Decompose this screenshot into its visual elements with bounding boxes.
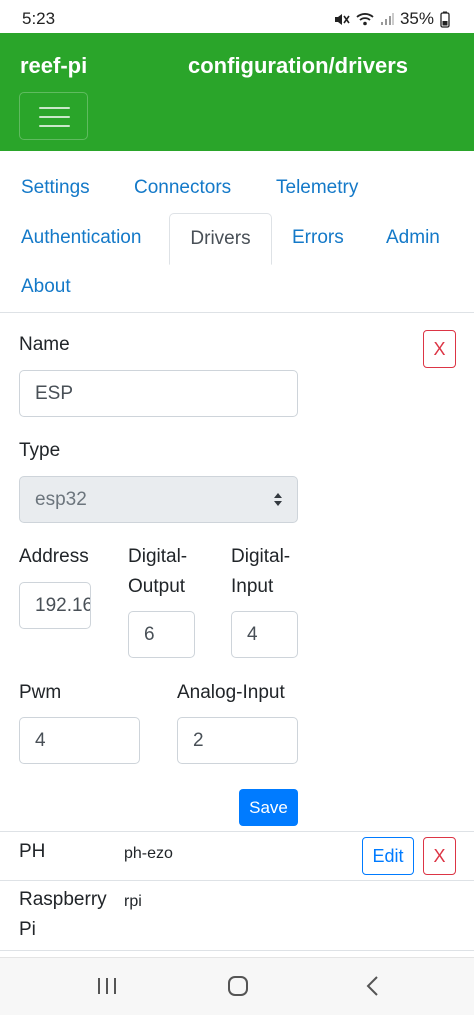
select-caret-icon xyxy=(274,493,282,506)
tab-telemetry[interactable]: Telemetry xyxy=(276,177,358,199)
digital-output-label-line1: Digital- xyxy=(128,546,188,567)
signal-icon xyxy=(380,13,394,25)
driver-name-line1: Raspberry xyxy=(19,889,107,910)
address-label: Address xyxy=(19,546,89,567)
driver-name-line2: Pi xyxy=(19,919,36,940)
divider xyxy=(0,831,474,832)
back-icon[interactable] xyxy=(362,975,384,997)
tab-about[interactable]: About xyxy=(21,276,71,298)
status-icons: 35% xyxy=(334,9,450,29)
driver-type: ph-ezo xyxy=(124,845,173,862)
divider xyxy=(0,880,474,881)
digital-input-label-line2: Input xyxy=(231,576,274,597)
home-icon[interactable] xyxy=(227,975,249,997)
recent-apps-icon[interactable] xyxy=(96,975,118,997)
digital-output-label-line2: Output xyxy=(128,576,186,597)
tab-errors[interactable]: Errors xyxy=(292,227,344,249)
status-time: 5:23 xyxy=(22,9,56,28)
hamburger-icon xyxy=(39,107,70,109)
tab-drivers[interactable]: Drivers xyxy=(169,213,272,265)
menu-toggle-button[interactable] xyxy=(19,92,88,140)
system-nav-bar xyxy=(0,957,474,1015)
tab-settings[interactable]: Settings xyxy=(21,177,90,199)
pwm-input[interactable]: 4 xyxy=(19,717,140,764)
name-input[interactable]: ESP xyxy=(19,370,298,417)
type-select-value: esp32 xyxy=(35,489,87,510)
config-tabs: Settings Connectors Telemetry Authentica… xyxy=(0,151,474,313)
edit-driver-button[interactable]: Edit xyxy=(362,837,414,875)
brand-name[interactable]: reef-pi xyxy=(20,53,87,79)
type-label: Type xyxy=(19,440,61,461)
analog-input-label: Analog-Input xyxy=(177,682,285,703)
delete-driver-button[interactable]: X xyxy=(423,330,456,368)
address-input[interactable]: 192.168 xyxy=(19,582,91,629)
tab-admin[interactable]: Admin xyxy=(386,227,440,249)
wifi-icon xyxy=(356,13,374,26)
delete-ph-driver-button[interactable]: X xyxy=(423,837,456,875)
name-label: Name xyxy=(19,334,70,355)
save-button[interactable]: Save xyxy=(239,789,298,826)
tab-authentication[interactable]: Authentication xyxy=(21,227,141,249)
page-title: configuration/drivers xyxy=(188,53,409,78)
pwm-label: Pwm xyxy=(19,682,62,703)
app-header: reef-pi configuration/drivers xyxy=(0,33,474,151)
analog-input-input[interactable]: 2 xyxy=(177,717,298,764)
status-bar: 5:23 35% xyxy=(0,0,474,33)
driver-type: rpi xyxy=(124,893,142,910)
tab-connectors[interactable]: Connectors xyxy=(134,177,231,199)
digital-input-label-line1: Digital- xyxy=(231,546,291,567)
digital-input-input[interactable]: 4 xyxy=(231,611,298,658)
digital-output-input[interactable]: 6 xyxy=(128,611,195,658)
mute-icon xyxy=(334,13,350,25)
divider xyxy=(0,950,474,951)
battery-level: 35% xyxy=(399,9,434,28)
battery-icon xyxy=(440,11,450,28)
type-select[interactable]: esp32 xyxy=(19,476,298,523)
driver-name: PH xyxy=(19,841,46,862)
